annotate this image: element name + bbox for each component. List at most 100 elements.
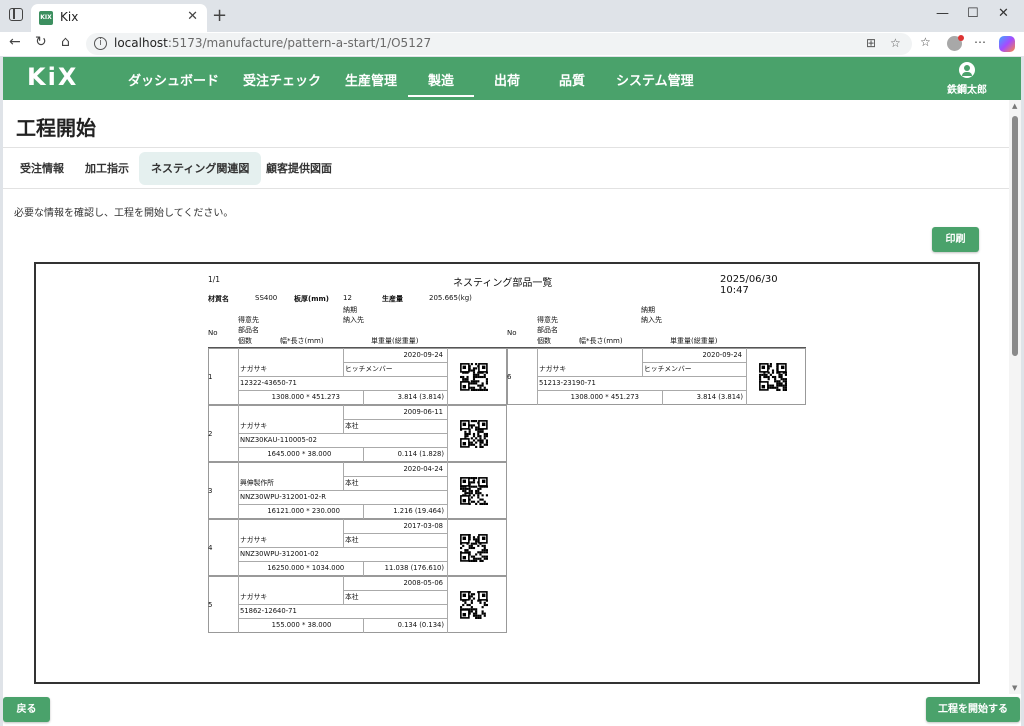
part-card: 4 2017-03-08 ナガサキ 本社 NNZ30WPU-312001-02 … [208,519,507,576]
part-due-date: 2020-09-24 [403,351,443,359]
app-available-icon[interactable]: ⊞ [866,36,876,50]
header-size: 幅*長さ(mm) [280,337,324,345]
part-size: 308.000 * 451.273 [276,393,340,401]
browser-tab-bar: KIX Kix ✕ + — ☐ ✕ [0,0,1024,32]
part-no: 6 [507,373,512,381]
header-weight: 単重量(総重量) [371,337,419,345]
scrollbar[interactable]: ▲ ▼ [1009,100,1021,694]
part-name: 12322-43650-71 [240,379,297,387]
copilot-icon[interactable] [999,36,1015,52]
reload-icon[interactable]: ↻ [35,34,47,50]
sheet-title: ネスティング部品一覧 [453,278,553,289]
user-name[interactable]: 鉄鋼太郎 [947,81,987,96]
part-size: 250.000 * 1034.000 [276,564,345,572]
favorite-star-icon[interactable]: ☆ [890,36,901,50]
nav-dashboard[interactable]: ダッシュボード [128,70,219,89]
part-due-date: 2017-03-08 [403,522,443,530]
part-size: 308.000 * 451.273 [575,393,639,401]
favicon-icon: KIX [39,11,53,25]
scroll-thumb[interactable] [1012,116,1018,356]
address-bar-row: ← ↻ ⌂ i localhost:5173/manufacture/patte… [0,32,1024,56]
part-customer: ナガサキ [240,536,268,544]
site-info-icon[interactable]: i [94,37,107,50]
part-due-date: 2008-05-06 [403,579,443,587]
start-process-button[interactable]: 工程を開始する [926,697,1020,722]
part-destination: 本社 [345,536,359,544]
header-weight: 単重量(総重量) [670,337,718,345]
page-title: 工程開始 [16,116,96,140]
part-card: 3 2020-04-24 興伸製作所 本社 NNZ30WPU-312001-02… [208,462,507,519]
qr-code-icon [460,420,488,448]
url-field[interactable]: i localhost:5173/manufacture/pattern-a-s… [86,33,912,55]
part-qty: 1 [271,621,276,629]
back-button[interactable]: 戻る [3,697,50,722]
tab-close-icon[interactable]: ✕ [187,9,198,24]
qr-code-icon [460,363,488,391]
print-button[interactable]: 印刷 [932,227,979,252]
qr-code-icon [460,591,488,619]
nav-quality[interactable]: 品質 [559,70,585,89]
home-icon[interactable]: ⌂ [61,34,70,50]
maximize-icon[interactable]: ☐ [967,6,979,21]
part-no: 1 [208,373,213,381]
scroll-down-icon[interactable]: ▼ [1012,684,1017,692]
tab-processing-instructions[interactable]: 加工指示 [73,152,141,185]
qr-code-icon [759,363,787,391]
part-name: NNZ30WPU-312001-02-R [240,493,326,501]
part-customer: ナガサキ [240,593,268,601]
header-no: No [208,329,218,337]
part-destination: 本社 [345,593,359,601]
header-size: 幅*長さ(mm) [579,337,623,345]
part-qty: 16 [267,450,276,458]
nav-system[interactable]: システム管理 [616,70,694,89]
production-label: 生産量 [382,295,403,303]
part-customer: ナガサキ [240,365,268,373]
window-close-icon[interactable]: ✕ [998,6,1009,21]
new-tab-icon[interactable]: + [212,5,227,26]
nav-shipping[interactable]: 出荷 [494,70,520,89]
browser-tab[interactable]: KIX Kix ✕ [31,4,207,32]
part-due-date: 2020-04-24 [403,465,443,473]
minimize-icon[interactable]: — [936,6,949,21]
tab-order-info[interactable]: 受注情報 [8,152,76,185]
header-part: 部品名 [537,326,558,334]
nesting-preview: 1/1 ネスティング部品一覧 2025/06/30 10:47 材質名 SS40… [34,262,980,684]
app-header: KiX ダッシュボード 受注チェック 生産管理 製造 出荷 品質 システム管理 … [3,57,1021,100]
part-customer: ナガサキ [240,422,268,430]
favorites-icon[interactable]: ☆ [920,35,931,49]
nav-production[interactable]: 生産管理 [345,70,397,89]
sheet-page-number: 1/1 [208,275,221,284]
qr-code-icon [460,534,488,562]
part-weight: 1.216 (19.464) [393,507,444,515]
nav-order-check[interactable]: 受注チェック [243,70,321,89]
part-no: 4 [208,544,213,552]
nav-manufacturing[interactable]: 製造 [407,70,475,97]
url-text: localhost:5173/manufacture/pattern-a-sta… [114,36,432,50]
user-icon[interactable] [959,62,975,78]
header-destination: 納入先 [641,316,662,324]
part-name: 51213-23190-71 [539,379,596,387]
back-arrow-icon[interactable]: ← [9,34,21,50]
header-customer: 得意先 [238,316,259,324]
material-value: SS400 [255,294,278,302]
profile-avatar[interactable] [947,35,964,51]
scroll-up-icon[interactable]: ▲ [1012,102,1017,110]
part-size: 45.000 * 38.000 [276,450,332,458]
tab-actions-icon[interactable] [9,8,23,21]
kix-logo[interactable]: KiX [27,63,78,91]
app-window: KiX ダッシュボード 受注チェック 生産管理 製造 出荷 品質 システム管理 … [3,57,1021,726]
tab-nesting-drawings[interactable]: ネスティング関連図 [139,152,262,185]
qr-code-icon [460,477,488,505]
tab-customer-drawings[interactable]: 顧客提供図面 [254,152,344,185]
part-weight: 0.114 (1.828) [397,450,444,458]
divider [3,147,1009,148]
part-size: 121.000 * 230.000 [276,507,340,515]
part-destination: 本社 [345,479,359,487]
header-no: No [507,329,517,337]
part-destination: 本社 [345,422,359,430]
part-name: NNZ30WPU-312001-02 [240,550,319,558]
thickness-label: 板厚(mm) [294,295,329,303]
part-customer: ナガサキ [539,365,567,373]
more-menu-icon[interactable]: ⋯ [974,35,986,49]
part-weight: 0.134 (0.134) [397,621,444,629]
